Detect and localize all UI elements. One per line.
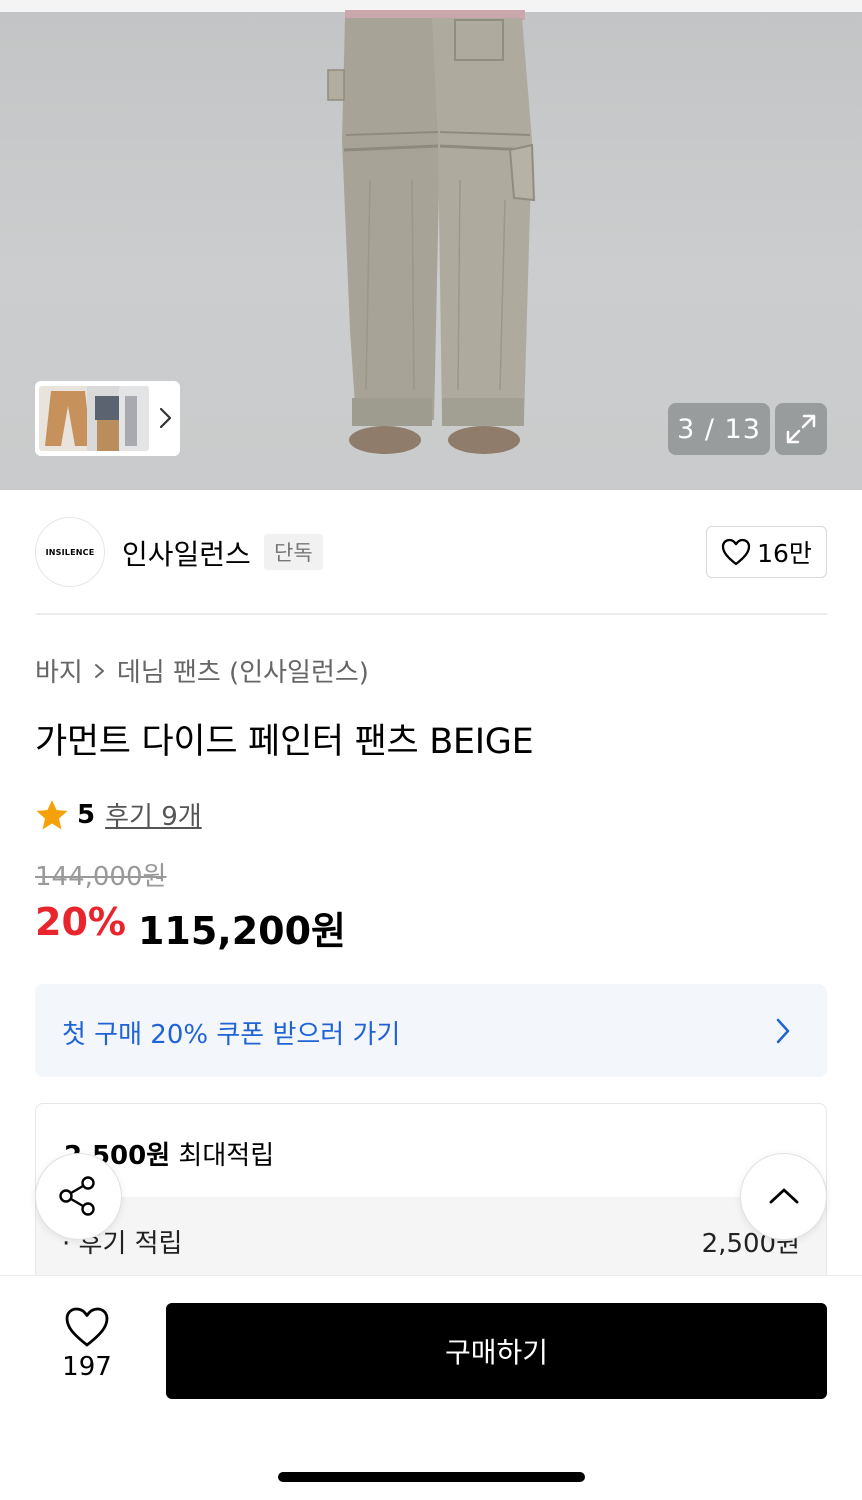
- buy-button[interactable]: 구매하기: [166, 1303, 827, 1399]
- expand-image-button[interactable]: [775, 403, 827, 455]
- chevron-up-icon: [769, 1188, 799, 1204]
- brand-logo[interactable]: INSILENCE: [35, 517, 105, 587]
- breadcrumb: 바지 데님 팬츠 (인사일런스): [35, 652, 369, 689]
- breadcrumb-category[interactable]: 바지: [35, 652, 83, 689]
- product-title: 가먼트 다이드 페인터 팬츠 BEIGE: [35, 722, 534, 762]
- bottom-action-bar: 197 구매하기: [0, 1275, 862, 1500]
- discount-rate: 20%: [35, 900, 126, 944]
- rating: 5 후기 9개: [35, 796, 202, 833]
- sale-price: 115,200원: [137, 909, 347, 953]
- chevron-right-icon[interactable]: [156, 403, 176, 433]
- image-counter: 3 / 13: [668, 403, 770, 455]
- divider: [35, 613, 827, 615]
- thumbnail-strip[interactable]: [35, 381, 180, 456]
- product-detail-page: 3 / 13 INSILENCE 인사일런스 단독 16만 바지 데님 팬츠 (…: [0, 0, 862, 1500]
- heart-icon: [721, 538, 751, 566]
- share-button[interactable]: [35, 1153, 122, 1240]
- scroll-to-top-button[interactable]: [740, 1153, 827, 1240]
- brand-logo-text: INSILENCE: [45, 547, 95, 557]
- points-box: 2,500원 최대적립 · 후기 적립 2,500원: [35, 1103, 827, 1293]
- coupon-label: 첫 구매 20% 쿠폰 받으러 가기: [62, 1020, 401, 1050]
- brand-name[interactable]: 인사일런스: [122, 533, 251, 573]
- original-price: 144,000원: [35, 862, 167, 892]
- chevron-right-icon: [776, 1018, 790, 1044]
- rating-score: 5: [77, 799, 96, 830]
- points-suffix: 최대적립: [170, 1141, 275, 1171]
- thumbnail-model-side[interactable]: [119, 386, 149, 451]
- exclusive-badge: 단독: [264, 534, 323, 570]
- wishlist-button[interactable]: 197: [50, 1306, 124, 1390]
- brand-like-count: 16만: [757, 539, 812, 568]
- sale-price-row: 20% 115,200원: [35, 900, 346, 955]
- breadcrumb-subcategory[interactable]: 데님 팬츠 (인사일런스): [117, 652, 369, 689]
- brand-like-button[interactable]: 16만: [706, 526, 827, 578]
- share-icon: [59, 1176, 95, 1216]
- star-icon: [36, 799, 68, 829]
- home-indicator: [278, 1472, 585, 1482]
- chevron-right-icon: [94, 663, 104, 678]
- wishlist-count: 197: [62, 1352, 112, 1382]
- product-image-gallery[interactable]: 3 / 13: [0, 0, 862, 490]
- expand-icon: [786, 414, 816, 444]
- heart-icon: [65, 1307, 109, 1347]
- review-link[interactable]: 후기 9개: [105, 796, 202, 833]
- first-purchase-coupon-banner[interactable]: 첫 구매 20% 쿠폰 받으러 가기: [35, 984, 827, 1077]
